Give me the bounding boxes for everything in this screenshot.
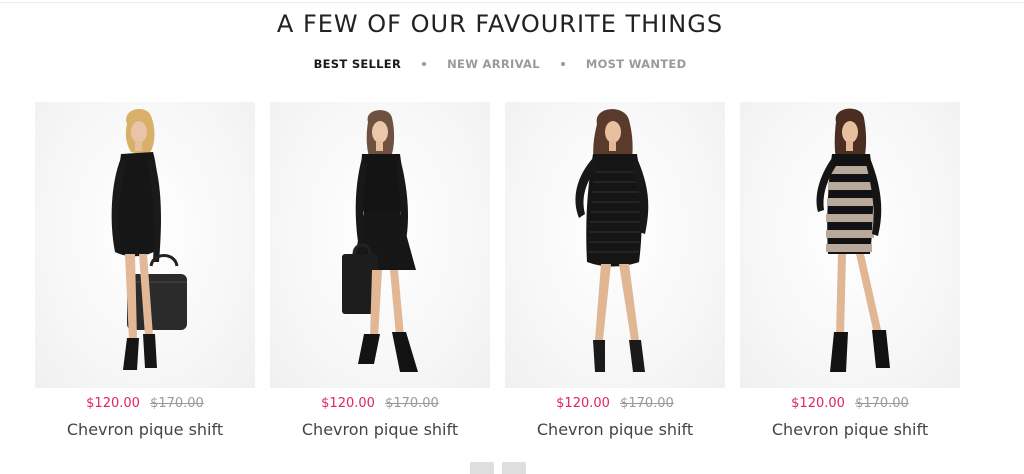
- original-price: $170.00: [150, 396, 204, 411]
- product-name[interactable]: Chevron pique shift: [270, 420, 490, 439]
- tab-separator-dot: [422, 62, 427, 66]
- original-price: $170.00: [855, 396, 909, 411]
- current-price: $120.00: [86, 396, 140, 411]
- tab-new-arrival[interactable]: NEW ARRIVAL: [445, 57, 542, 71]
- product-name[interactable]: Chevron pique shift: [505, 420, 725, 439]
- top-divider: [0, 2, 1024, 3]
- product-card[interactable]: $120.00 $170.00 Chevron pique shift: [270, 102, 490, 439]
- model-sequin-stripe-dress-image: [816, 108, 890, 372]
- section-title: A FEW OF OUR FAVOURITE THINGS: [276, 10, 724, 38]
- price-row: $120.00 $170.00: [35, 396, 255, 411]
- next-icon[interactable]: [502, 462, 526, 474]
- price-row: $120.00 $170.00: [270, 396, 490, 411]
- product-image[interactable]: [505, 102, 725, 388]
- price-row: $120.00 $170.00: [505, 396, 725, 411]
- model-black-dress-handbag-image: [111, 109, 187, 370]
- model-black-dress-tote-image: [342, 110, 418, 372]
- prev-icon[interactable]: [470, 462, 494, 474]
- product-name[interactable]: Chevron pique shift: [35, 420, 255, 439]
- current-price: $120.00: [321, 396, 375, 411]
- carousel-pager: [470, 462, 526, 474]
- product-name[interactable]: Chevron pique shift: [740, 420, 960, 439]
- product-tabs: BEST SELLER NEW ARRIVAL MOST WANTED: [0, 57, 1000, 71]
- current-price: $120.00: [791, 396, 845, 411]
- product-card[interactable]: $120.00 $170.00 Chevron pique shift: [740, 102, 960, 439]
- original-price: $170.00: [620, 396, 674, 411]
- original-price: $170.00: [385, 396, 439, 411]
- product-image[interactable]: [740, 102, 960, 388]
- model-black-knit-dress-image: [575, 109, 649, 372]
- product-image[interactable]: [35, 102, 255, 388]
- tab-most-wanted[interactable]: MOST WANTED: [584, 57, 689, 71]
- current-price: $120.00: [556, 396, 610, 411]
- price-row: $120.00 $170.00: [740, 396, 960, 411]
- product-card[interactable]: $120.00 $170.00 Chevron pique shift: [505, 102, 725, 439]
- product-image[interactable]: [270, 102, 490, 388]
- product-grid: $120.00 $170.00 Chevron pique shift $120…: [35, 102, 965, 452]
- product-card[interactable]: $120.00 $170.00 Chevron pique shift: [35, 102, 255, 439]
- tab-best-seller[interactable]: BEST SELLER: [312, 57, 404, 71]
- tab-separator-dot: [560, 62, 565, 66]
